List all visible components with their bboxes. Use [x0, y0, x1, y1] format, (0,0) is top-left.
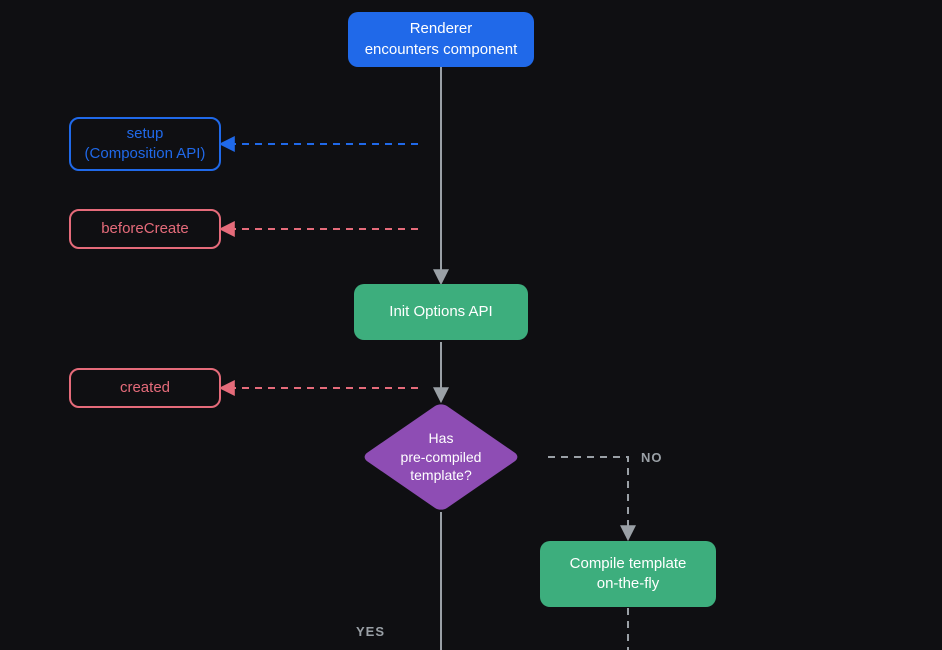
node-init-options-label: Init Options API — [389, 302, 492, 322]
decision-template: Has pre-compiled template? — [353, 402, 529, 512]
hook-before-create: beforeCreate — [69, 209, 221, 249]
hook-before-create-label: beforeCreate — [101, 219, 189, 239]
hook-setup-line2: (Composition API) — [85, 144, 206, 164]
decision-line2: pre-compiled — [401, 448, 482, 467]
node-renderer-line2: encounters component — [365, 40, 518, 60]
decision-line3: template? — [401, 466, 482, 485]
node-compile-line1: Compile template — [570, 554, 687, 574]
hook-created: created — [69, 368, 221, 408]
node-compile-line2: on-the-fly — [570, 574, 687, 594]
node-compile: Compile template on-the-fly — [540, 541, 716, 607]
hook-created-label: created — [120, 378, 170, 398]
decision-line1: Has — [401, 429, 482, 448]
label-yes: YES — [356, 624, 385, 639]
hook-setup-line1: setup — [85, 124, 206, 144]
node-renderer-line1: Renderer — [365, 19, 518, 39]
node-renderer: Renderer encounters component — [348, 12, 534, 67]
hook-setup: setup (Composition API) — [69, 117, 221, 171]
node-init-options: Init Options API — [354, 284, 528, 340]
label-no: NO — [641, 450, 663, 465]
